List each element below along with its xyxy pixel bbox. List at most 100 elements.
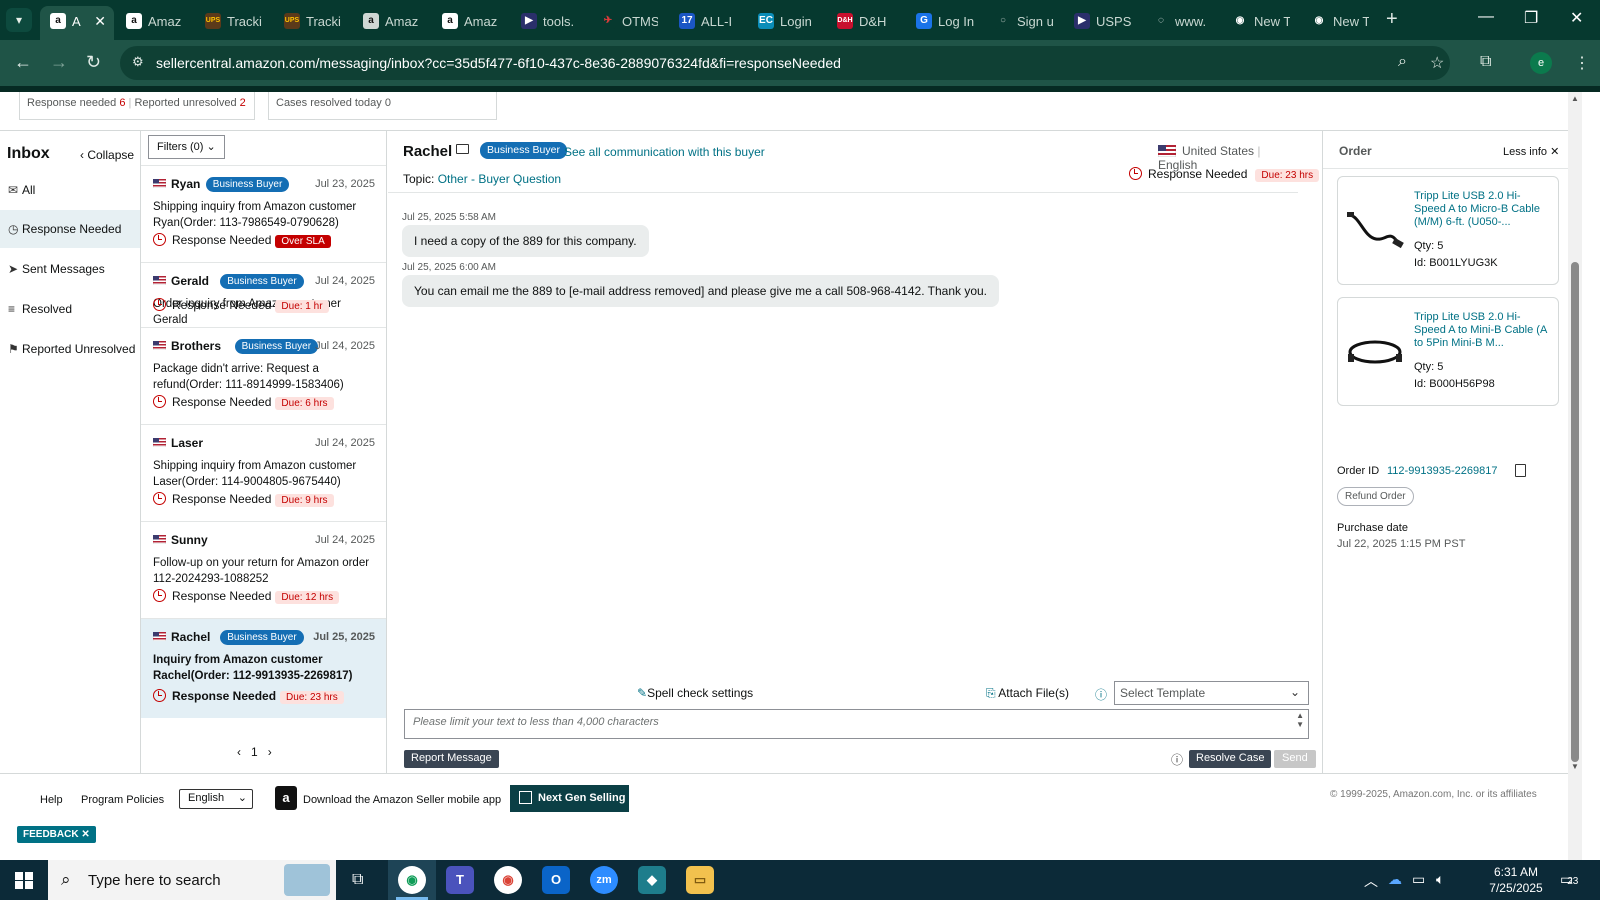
sidebar-item-response-needed[interactable]: ◷ Response Needed	[0, 210, 140, 248]
scroll-up-icon[interactable]: ▲	[1571, 94, 1579, 103]
sidebar-item-sent-messages[interactable]: ➤ Sent Messages	[0, 250, 140, 288]
browser-tab[interactable]: a A ✕	[40, 6, 114, 40]
sidebar-item-reported-unresolved[interactable]: ⚑ Reported Unresolved	[0, 330, 140, 368]
minimize-icon[interactable]: —	[1478, 8, 1494, 26]
browser-tab[interactable]: UPS Tracki	[195, 6, 272, 36]
browser-tab[interactable]: a Amaz	[432, 6, 509, 36]
browser-tab[interactable]: G Log In	[906, 6, 983, 36]
refund-order-button[interactable]: Refund Order	[1337, 487, 1414, 506]
download-app-link[interactable]: Download the Amazon Seller mobile app	[303, 794, 501, 806]
topic-link[interactable]: Other - Buyer Question	[438, 172, 561, 186]
browser-tab[interactable]: ▶ USPS	[1064, 6, 1141, 36]
order-id-link[interactable]: 112-9913935-2269817	[1387, 465, 1498, 477]
conversation-item[interactable]: Gerald Business Buyer Jul 24, 2025 Order in…	[141, 262, 386, 327]
mail-icon[interactable]	[456, 144, 469, 154]
amazon-app-icon[interactable]: a	[275, 786, 297, 810]
tab-search-button[interactable]: ▾	[6, 8, 32, 32]
message-textarea[interactable]: Please limit your text to less than 4,00…	[404, 709, 1309, 739]
taskbar-search-box[interactable]: ⌕ Type here to search	[48, 860, 336, 900]
zoom-icon[interactable]: ⌕	[1398, 53, 1407, 71]
scroll-down-icon[interactable]: ▼	[1571, 762, 1579, 771]
browser-tab[interactable]: ▶ tools.	[511, 6, 588, 36]
file-explorer-icon[interactable]: ▭	[686, 866, 714, 894]
sidebar-item-all[interactable]: ✉ All	[0, 171, 140, 209]
conversation-item[interactable]: Brothers Business Buyer Jul 24, 2025 Packag…	[141, 327, 386, 424]
page-scrollbar[interactable]: ▲ ▼	[1568, 92, 1582, 860]
notification-center[interactable]: ▭23	[1560, 871, 1578, 888]
taskbar-clock[interactable]: 6:31 AM 7/25/2025	[1480, 864, 1552, 896]
product-card: Tripp Lite USB 2.0 Hi-Speed A to Mini-B …	[1337, 297, 1559, 406]
zoom-app-icon[interactable]: zm	[590, 866, 618, 894]
conversation-item[interactable]: Ryan Business Buyer Jul 23, 2025 Shipping i…	[141, 165, 386, 262]
browser-tab[interactable]: UPS Tracki	[274, 6, 351, 36]
info-icon[interactable]: ⓘ	[1171, 751, 1183, 768]
teams-app-icon[interactable]: T	[446, 866, 474, 894]
browser-tab[interactable]: EC Login	[748, 6, 825, 36]
next-gen-selling-button[interactable]: Next Gen Selling	[510, 785, 629, 812]
feedback-button[interactable]: FEEDBACK ✕	[17, 826, 96, 843]
resize-stepper-icon[interactable]: ▲ ▼	[1296, 711, 1304, 729]
copy-icon[interactable]	[1515, 464, 1526, 477]
attach-files-button[interactable]: ⎘ Attach File(s)	[986, 686, 1069, 701]
browser-tab[interactable]: ◌ www.	[1143, 6, 1220, 36]
tab-label: Amaz	[464, 14, 498, 29]
address-bar[interactable]: ⚙ sellercentral.amazon.com/messaging/inb…	[120, 46, 1450, 80]
conversation-item[interactable]: Sunny Jul 24, 2025 Follow-up on your retur…	[141, 521, 386, 618]
select-template-dropdown[interactable]: Select Template ⌄	[1114, 681, 1309, 705]
chevron-right-icon[interactable]: ›	[268, 745, 272, 759]
task-view-icon[interactable]: ⧉	[352, 871, 363, 889]
clock-time: 6:31 AM	[1493, 865, 1539, 879]
menu-dots-icon[interactable]: ⋮	[1574, 53, 1590, 73]
product-title-link[interactable]: Tripp Lite USB 2.0 Hi-Speed A to Mini-B …	[1414, 311, 1550, 350]
tab-favicon-icon: ▶	[521, 13, 537, 29]
sidebar-item-resolved[interactable]: ≡ Resolved	[0, 290, 140, 328]
volume-icon[interactable]: 🔈︎	[1436, 871, 1444, 888]
resolve-case-button[interactable]: Resolve Case	[1189, 750, 1272, 768]
report-message-button[interactable]: Report Message	[404, 750, 499, 768]
network-icon[interactable]: ▭	[1412, 871, 1425, 888]
app-diamond-icon[interactable]: ◆	[638, 866, 666, 894]
scrollbar-thumb[interactable]	[1571, 262, 1579, 762]
language-select[interactable]: English ⌄	[179, 789, 253, 809]
chevron-left-icon[interactable]: ‹	[237, 745, 241, 759]
conversation-status: Response Needed Due: 6 hrs	[153, 395, 334, 410]
bookmark-star-icon[interactable]: ☆	[1430, 53, 1444, 73]
program-policies-link[interactable]: Program Policies	[81, 794, 164, 806]
forward-arrow-icon[interactable]: →	[50, 52, 68, 73]
conversation-item[interactable]: Rachel Business Buyer Jul 25, 2025 Inquiry …	[141, 618, 386, 718]
close-window-icon[interactable]: ✕	[1570, 8, 1583, 28]
info-icon[interactable]: ⓘ	[1095, 686, 1107, 703]
less-info-button[interactable]: Less info ✕	[1503, 145, 1559, 158]
profile-avatar[interactable]: e	[1530, 52, 1552, 74]
browser-tab[interactable]: ◉ New T	[1301, 6, 1378, 36]
restore-icon[interactable]: ❐	[1524, 8, 1538, 28]
browser-tab[interactable]: ○ Sign u	[985, 6, 1062, 36]
see-all-communication-link[interactable]: See all communication with this buyer	[564, 145, 765, 159]
browser-tab[interactable]: a Amaz	[116, 6, 193, 36]
filters-dropdown[interactable]: Filters (0) ⌄	[148, 135, 225, 159]
show-hidden-icons-icon[interactable]: ︿	[1364, 871, 1378, 891]
extensions-icon[interactable]: ⧉	[1480, 53, 1491, 71]
help-link[interactable]: Help	[40, 794, 63, 806]
browser-tab[interactable]: a Amaz	[353, 6, 430, 36]
back-arrow-icon[interactable]: ←	[14, 52, 32, 73]
chrome-app-icon[interactable]: ◉	[398, 866, 426, 894]
tab-close-icon[interactable]: ✕	[94, 13, 106, 30]
page-number[interactable]: 1	[251, 745, 258, 759]
reload-icon[interactable]: ↻	[86, 52, 101, 73]
collapse-button[interactable]: ‹ Collapse	[80, 148, 134, 162]
browser-tab[interactable]: ◉ New T	[1222, 6, 1299, 36]
browser-tab[interactable]: ✈ OTMS	[590, 6, 667, 36]
windows-start-icon[interactable]	[15, 872, 33, 889]
spell-check-settings-button[interactable]: ✎Spell check settings	[637, 686, 753, 700]
chrome-profile-app-icon[interactable]: ◉	[494, 866, 522, 894]
browser-tab[interactable]: D&H D&H	[827, 6, 904, 36]
send-button[interactable]: Send	[1274, 750, 1316, 768]
outlook-app-icon[interactable]: O	[542, 866, 570, 894]
new-tab-button[interactable]: +	[1386, 8, 1398, 31]
site-info-icon[interactable]: ⚙	[132, 54, 144, 70]
onedrive-cloud-icon[interactable]: ☁	[1388, 871, 1402, 888]
conversation-item[interactable]: Laser Jul 24, 2025 Shipping inquiry from A…	[141, 424, 386, 521]
browser-tab[interactable]: 17 ALL-I	[669, 6, 746, 36]
product-title-link[interactable]: Tripp Lite USB 2.0 Hi-Speed A to Micro-B…	[1414, 190, 1550, 229]
